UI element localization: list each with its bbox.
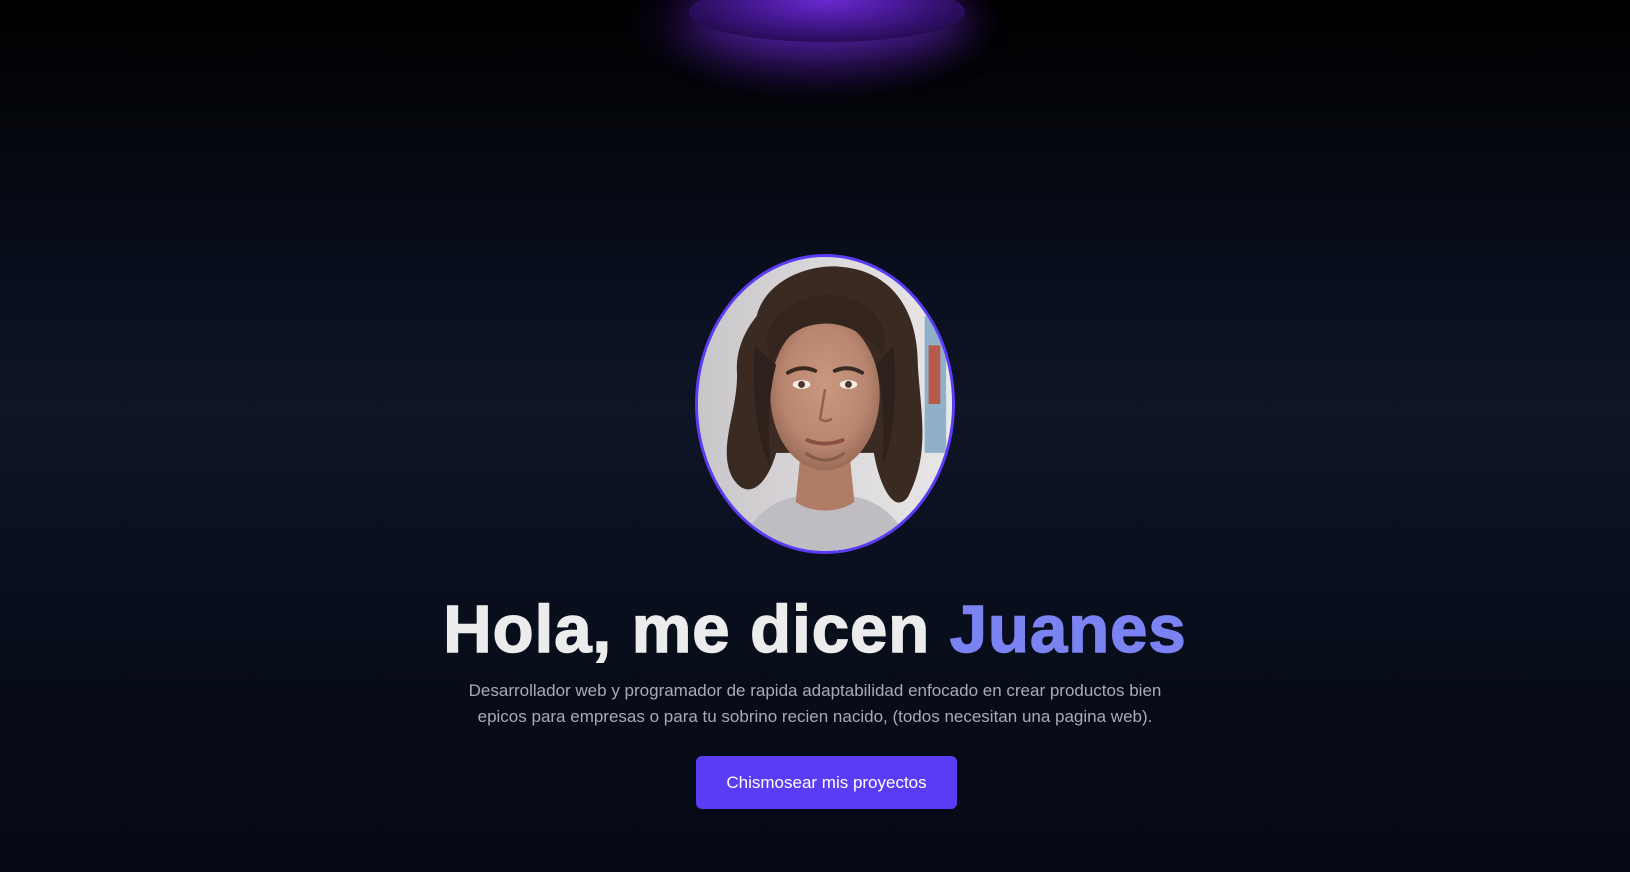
subtitle-line-2: epicos para empresas o para tu sobrino r… [477,707,1153,726]
subtitle-line-1: Desarrollador web y programador de rapid… [468,681,1162,700]
hero-headline: Hola, me dicen Juanes [0,588,1630,672]
headline-name: Juanes [949,591,1187,668]
headline-greeting: Hola, me dicen [443,591,950,668]
profile-photo-illustration [698,257,952,551]
hero-subtitle: Desarrollador web y programador de rapid… [465,678,1165,730]
profile-avatar [695,254,955,554]
hero-section: Hola, me dicen Juanes Desarrollador web … [0,0,1630,872]
view-projects-button[interactable]: Chismosear mis proyectos [696,756,957,809]
